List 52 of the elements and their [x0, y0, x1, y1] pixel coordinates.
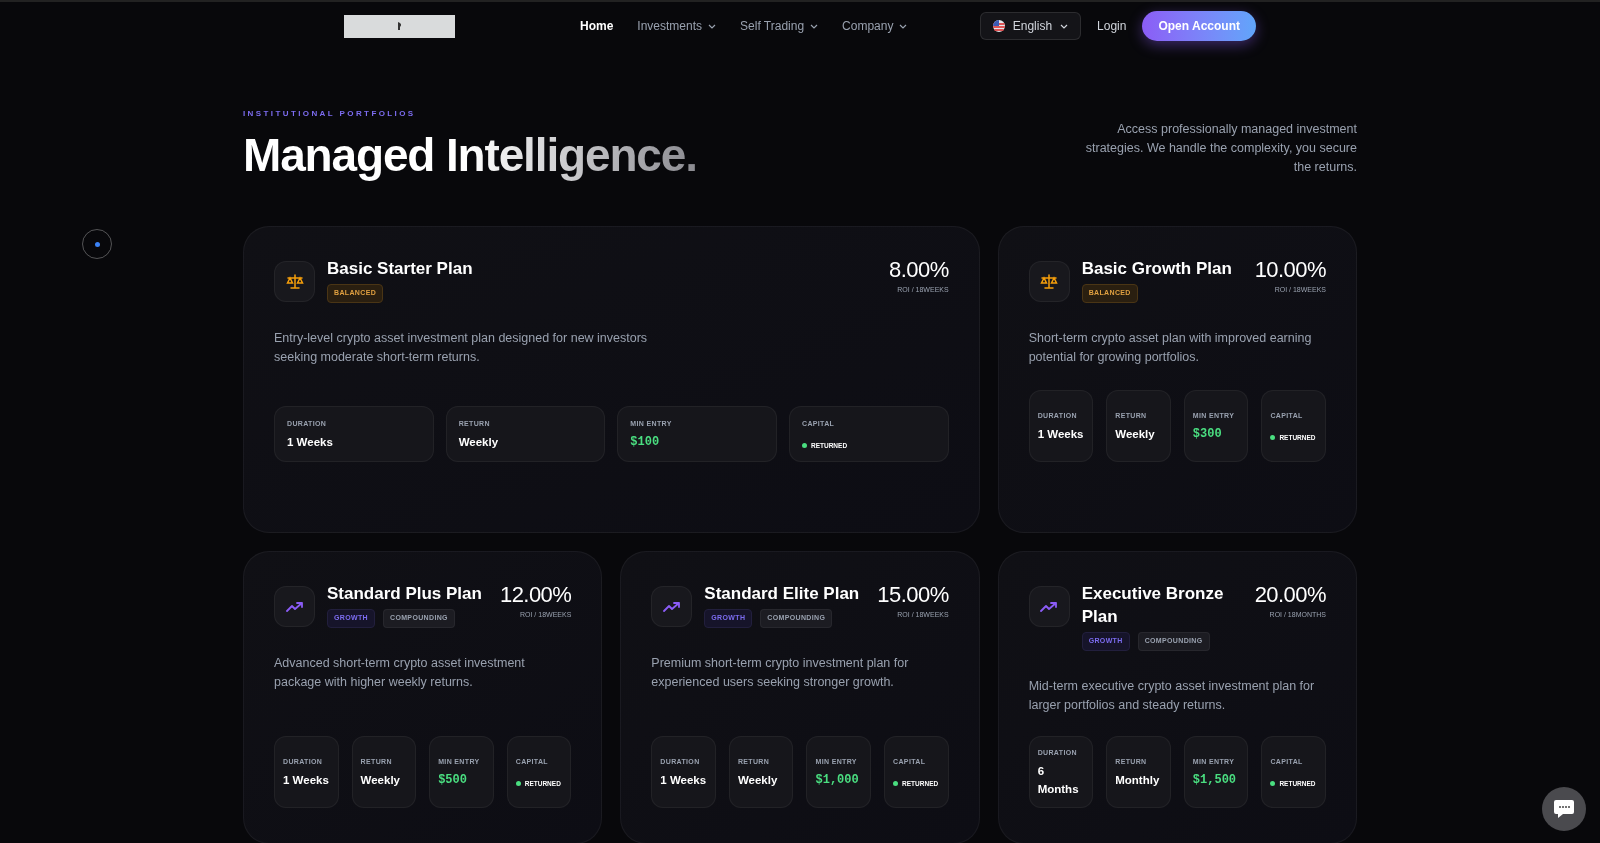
plan-description: Mid-term executive crypto asset investment plan for larger portfolios and steady returns.: [1028, 677, 1316, 714]
intro-text: Access professionally managed investment strategies. We handle the complexity, you secure the returns.: [1084, 121, 1357, 176]
stat-value: 1 Weeks: [1037, 426, 1085, 442]
stat-value: Monthly: [1115, 772, 1161, 788]
roi-value: 8.00%: [889, 257, 949, 283]
stat-value: $500: [438, 771, 468, 789]
open-account-button[interactable]: Open Account: [1142, 11, 1256, 41]
stat-value: Weekly: [458, 434, 500, 450]
nav-link[interactable]: Company: [842, 17, 908, 35]
stat-value: $1,500: [1192, 771, 1238, 789]
plan-title: Basic Starter Plan: [327, 258, 474, 280]
roi-value: 12.00%: [500, 582, 572, 608]
stat-value: 1 Weeks: [660, 772, 707, 788]
chevron-down-icon: [899, 23, 908, 29]
roi-value: 15.00%: [877, 582, 949, 608]
chevron-down-icon: [810, 23, 819, 29]
plan-description: Advanced short-term crypto asset investment package with higher weekly returns.: [274, 654, 526, 691]
language-select[interactable]: English: [979, 12, 1082, 40]
plan-title: Executive Bronze Plan: [1081, 583, 1225, 628]
stat-value: 1 Weeks: [287, 434, 334, 450]
nav-link[interactable]: Investments: [637, 17, 717, 35]
chevron-down-icon: [708, 23, 717, 29]
logo[interactable]: [344, 14, 455, 38]
trend-up-icon: [662, 600, 681, 613]
plan-title: Basic Growth Plan: [1081, 258, 1233, 280]
trend-up-icon: [285, 600, 304, 613]
nav-link[interactable]: Home: [580, 17, 614, 35]
plan-title: Standard Elite Plan: [704, 583, 861, 605]
stat-value: Weekly: [360, 772, 401, 788]
chat-icon: [1553, 799, 1575, 819]
roi-value: 20.00%: [1254, 582, 1326, 608]
stat-value: $300: [1192, 425, 1223, 443]
chevron-down-icon: [1060, 23, 1069, 29]
stat-value: 1 Weeks: [283, 772, 330, 788]
scales-icon: [285, 273, 304, 290]
plan-description: Short-term crypto asset plan with improved earning potential for growing portfolios.: [1028, 329, 1313, 366]
stat-value: 6 Months: [1037, 763, 1080, 797]
plan-title: Standard Plus Plan: [327, 583, 483, 605]
roi-value: 10.00%: [1254, 257, 1326, 283]
trend-up-icon: [1040, 600, 1059, 613]
flag-icon: [992, 20, 1005, 32]
chat-button[interactable]: [1542, 787, 1586, 831]
scales-icon: [1040, 273, 1059, 290]
nav-link[interactable]: Self Trading: [740, 17, 819, 35]
login-link[interactable]: Login: [1093, 17, 1131, 35]
stat-value: Weekly: [1115, 426, 1156, 442]
stat-value: $1,000: [815, 771, 860, 789]
plan-description: Premium short-term crypto investment plan for experienced users seeking stronger growth.: [651, 654, 910, 691]
eyebrow-label: INSTITUTIONAL PORTFOLIOS: [243, 108, 417, 120]
stat-value: Weekly: [737, 772, 779, 788]
stat-value: $100: [630, 433, 661, 451]
plan-description: Entry-level crypto asset investment plan designed for new investors seeking moderate short-term returns.: [274, 329, 649, 366]
